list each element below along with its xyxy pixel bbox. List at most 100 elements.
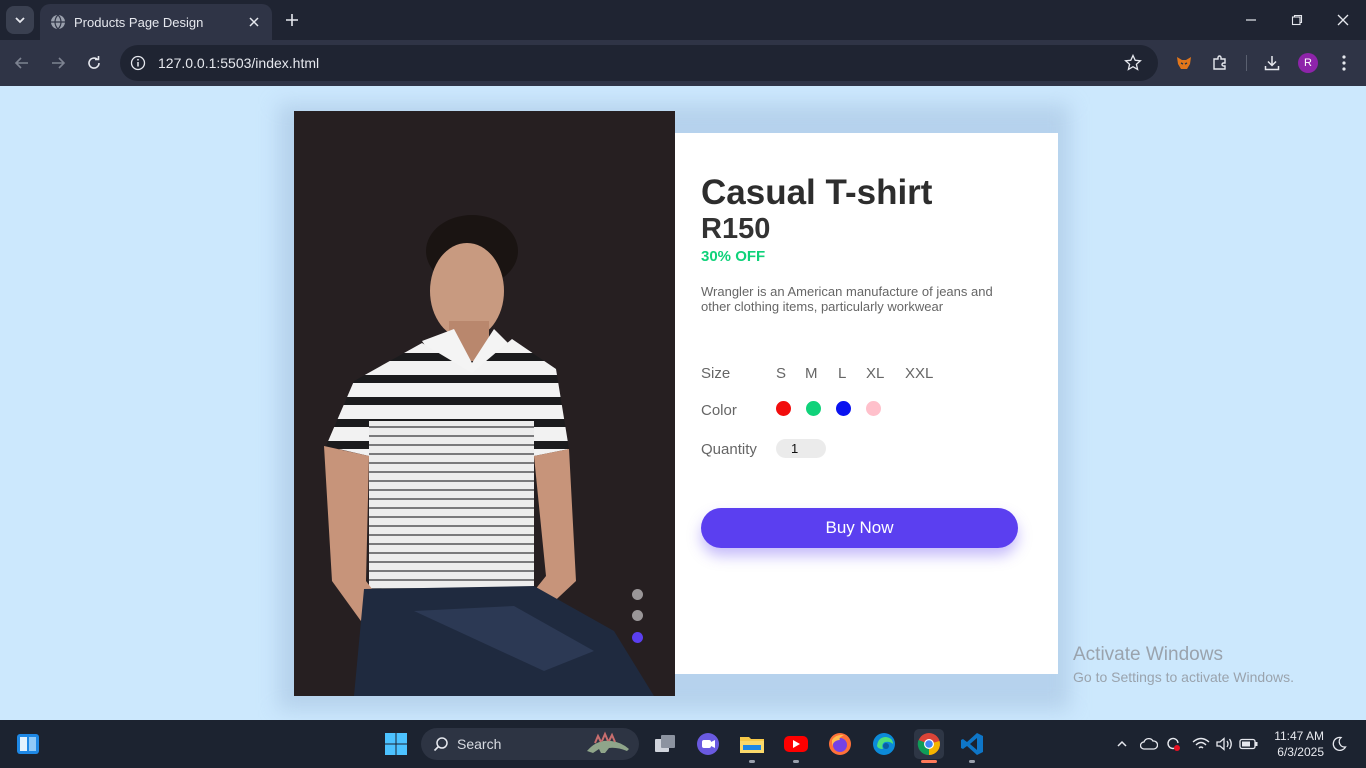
carousel-dot-3-active[interactable] bbox=[632, 632, 643, 643]
color-swatch-pink[interactable] bbox=[866, 401, 881, 416]
browser-tab-strip: Products Page Design bbox=[0, 0, 1366, 40]
color-swatch-green[interactable] bbox=[806, 401, 821, 416]
stegosaurus-icon bbox=[587, 731, 629, 753]
vscode-button[interactable] bbox=[958, 730, 986, 758]
clock-date: 6/3/2025 bbox=[1277, 745, 1324, 759]
search-label: Search bbox=[457, 736, 502, 752]
vscode-icon bbox=[961, 733, 983, 755]
size-option-s[interactable]: S bbox=[776, 365, 786, 382]
wifi-icon bbox=[1192, 737, 1210, 749]
downloads-button[interactable] bbox=[1262, 53, 1282, 73]
wifi-tray-button[interactable] bbox=[1190, 730, 1212, 758]
chrome-button[interactable] bbox=[914, 729, 944, 759]
speaker-icon bbox=[1216, 737, 1232, 751]
more-vertical-icon bbox=[1342, 55, 1346, 71]
volume-tray-button[interactable] bbox=[1213, 730, 1235, 758]
product-details-panel: Casual T-shirt R150 30% OFF Wrangler is … bbox=[675, 133, 1058, 674]
clock[interactable]: 11:47 AM 6/3/2025 bbox=[1270, 728, 1324, 760]
chrome-active-indicator bbox=[921, 760, 937, 763]
buy-now-button[interactable]: Buy Now bbox=[701, 508, 1018, 548]
carousel-dot-1[interactable] bbox=[632, 589, 643, 600]
quantity-input[interactable]: 1 bbox=[776, 439, 826, 458]
activate-windows-watermark: Activate Windows Go to Settings to activ… bbox=[1073, 644, 1294, 685]
size-option-xxl[interactable]: XXL bbox=[905, 365, 933, 382]
chrome-icon bbox=[917, 733, 940, 756]
globe-icon bbox=[51, 14, 65, 30]
color-swatch-blue[interactable] bbox=[836, 401, 851, 416]
quantity-label: Quantity bbox=[701, 441, 757, 458]
toolbar-separator bbox=[1246, 55, 1247, 71]
sync-tray-button[interactable] bbox=[1162, 730, 1184, 758]
watermark-title: Activate Windows bbox=[1073, 644, 1223, 665]
color-label: Color bbox=[701, 402, 737, 419]
search-icon bbox=[433, 737, 448, 752]
new-tab-button[interactable] bbox=[282, 10, 302, 30]
minimize-icon bbox=[1246, 19, 1256, 21]
cloud-icon bbox=[1140, 737, 1158, 750]
forward-button[interactable] bbox=[47, 52, 69, 74]
bookmark-star-icon[interactable] bbox=[1124, 54, 1142, 72]
plus-icon bbox=[286, 14, 298, 26]
close-window-button[interactable] bbox=[1320, 0, 1366, 40]
task-view-icon bbox=[655, 735, 675, 752]
vscode-running-indicator bbox=[969, 760, 975, 763]
product-image bbox=[294, 111, 675, 696]
tab-title: Products Page Design bbox=[74, 14, 204, 30]
watermark-subtitle: Go to Settings to activate Windows. bbox=[1073, 669, 1294, 685]
restore-window-button[interactable] bbox=[1274, 0, 1320, 40]
size-option-xl[interactable]: XL bbox=[866, 365, 884, 382]
site-info-icon[interactable] bbox=[130, 55, 146, 71]
firefox-icon bbox=[829, 733, 851, 755]
widgets-button[interactable] bbox=[14, 730, 42, 758]
moon-icon bbox=[1332, 736, 1347, 751]
color-swatch-red[interactable] bbox=[776, 401, 791, 416]
youtube-app-button[interactable] bbox=[782, 730, 810, 758]
clock-time: 11:47 AM bbox=[1274, 729, 1324, 743]
chevron-down-icon bbox=[15, 17, 25, 24]
fox-icon bbox=[1177, 57, 1191, 69]
focus-mode-button[interactable] bbox=[1328, 730, 1350, 758]
close-icon bbox=[1337, 14, 1349, 26]
size-option-l[interactable]: L bbox=[838, 365, 846, 382]
url-text[interactable]: 127.0.0.1:5503/index.html bbox=[158, 55, 1124, 71]
onedrive-tray-button[interactable] bbox=[1138, 730, 1160, 758]
browser-tab-active[interactable]: Products Page Design bbox=[40, 4, 272, 40]
folder-icon bbox=[740, 737, 764, 753]
sync-icon bbox=[1167, 737, 1180, 751]
restore-icon bbox=[1291, 14, 1303, 26]
metamask-extension-button[interactable] bbox=[1174, 53, 1194, 73]
reload-button[interactable] bbox=[83, 52, 105, 74]
file-explorer-button[interactable] bbox=[738, 730, 766, 758]
windows-taskbar: Search 11:47 AM 6/3/2025 bbox=[0, 720, 1366, 768]
extensions-button[interactable] bbox=[1210, 53, 1230, 73]
address-bar[interactable]: 127.0.0.1:5503/index.html bbox=[120, 45, 1158, 81]
youtube-running-indicator bbox=[793, 760, 799, 763]
size-option-m[interactable]: M bbox=[805, 365, 818, 382]
file-explorer-running-indicator bbox=[749, 760, 755, 763]
download-icon bbox=[1264, 56, 1280, 71]
youtube-icon bbox=[784, 736, 808, 752]
browser-menu-button[interactable] bbox=[1334, 53, 1354, 73]
task-view-button[interactable] bbox=[651, 730, 679, 758]
arrow-right-icon bbox=[52, 57, 66, 69]
puzzle-icon bbox=[1213, 55, 1226, 70]
taskbar-search[interactable]: Search bbox=[421, 728, 639, 760]
minimize-window-button[interactable] bbox=[1228, 0, 1274, 40]
tab-search-button[interactable] bbox=[6, 6, 34, 34]
meet-app-button[interactable] bbox=[694, 730, 722, 758]
start-button[interactable] bbox=[382, 730, 410, 758]
battery-icon bbox=[1239, 738, 1258, 750]
video-call-icon bbox=[697, 733, 719, 755]
close-tab-icon[interactable] bbox=[246, 14, 262, 30]
widgets-icon bbox=[17, 734, 39, 754]
show-hidden-icons-button[interactable] bbox=[1112, 730, 1132, 758]
arrow-left-icon bbox=[14, 57, 28, 69]
windows-logo-icon bbox=[385, 733, 407, 755]
carousel-dot-2[interactable] bbox=[632, 610, 643, 621]
battery-tray-button[interactable] bbox=[1237, 730, 1261, 758]
firefox-button[interactable] bbox=[826, 730, 854, 758]
back-button[interactable] bbox=[11, 52, 33, 74]
edge-button[interactable] bbox=[870, 730, 898, 758]
profile-avatar[interactable]: R bbox=[1298, 53, 1318, 73]
browser-toolbar: 127.0.0.1:5503/index.html R bbox=[0, 40, 1366, 86]
